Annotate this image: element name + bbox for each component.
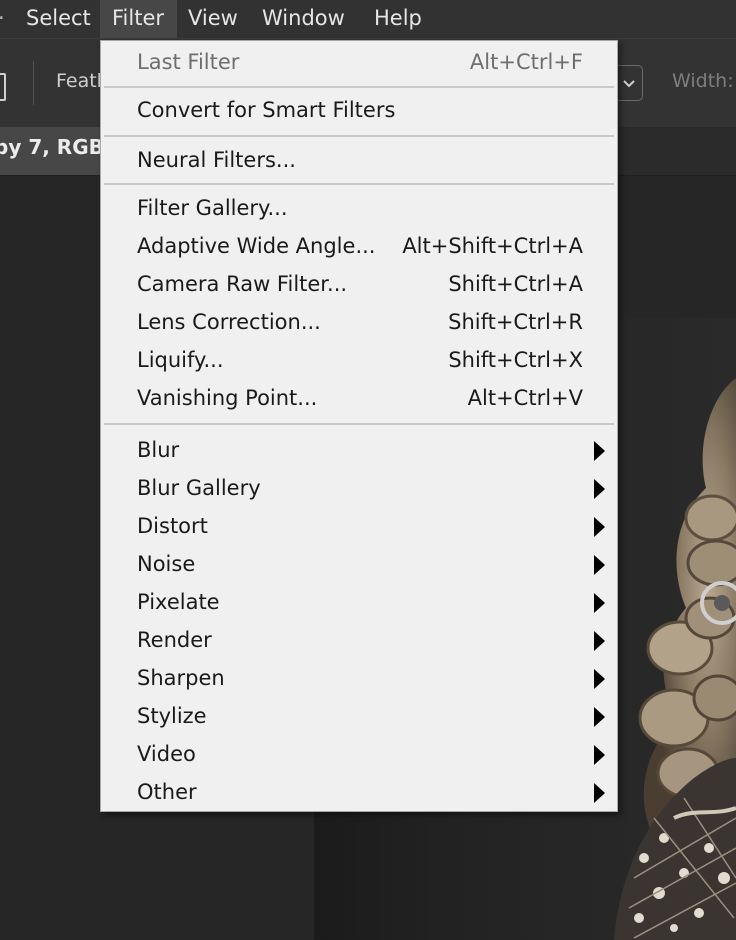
menu-item-label: Render xyxy=(137,628,212,652)
submenu-arrow-icon xyxy=(594,517,605,537)
menu-item-label: Blur xyxy=(137,438,180,462)
menu-item-video[interactable]: Video xyxy=(101,737,617,775)
menu-separator xyxy=(104,135,614,137)
menu-item-label: Stylize xyxy=(137,704,207,728)
submenu-arrow-icon xyxy=(594,593,605,613)
menu-item-liquify[interactable]: Liquify... Shift+Ctrl+X xyxy=(101,343,617,381)
document-tab[interactable]: py 7, RGB/ xyxy=(0,127,112,175)
menu-item-sharpen[interactable]: Sharpen xyxy=(101,661,617,699)
menu-item-label: Other xyxy=(137,780,197,804)
menu-separator xyxy=(104,423,614,425)
menu-item-shortcut: Alt+Ctrl+V xyxy=(467,386,583,410)
submenu-arrow-icon xyxy=(594,441,605,461)
menu-item-label: Camera Raw Filter... xyxy=(137,272,348,296)
menu-item-label: Sharpen xyxy=(137,666,225,690)
menu-separator xyxy=(104,86,614,88)
menu-window[interactable]: Window xyxy=(250,0,357,38)
menu-item-label: Noise xyxy=(137,552,196,576)
tool-mode-button[interactable] xyxy=(0,73,6,101)
document-tab-title: py 7, RGB/ xyxy=(0,135,112,159)
submenu-arrow-icon xyxy=(594,745,605,765)
menu-item-noise[interactable]: Noise xyxy=(101,547,617,585)
menu-item-blur[interactable]: Blur xyxy=(101,433,617,471)
menu-item-label: Liquify... xyxy=(137,348,224,372)
menu-item-neural-filters[interactable]: Neural Filters... xyxy=(101,143,617,181)
menu-item-convert-smart-filters[interactable]: Convert for Smart Filters xyxy=(101,93,617,131)
menu-item-blur-gallery[interactable]: Blur Gallery xyxy=(101,471,617,509)
menu-item-render[interactable]: Render xyxy=(101,623,617,661)
menu-item-label: Distort xyxy=(137,514,208,538)
style-select[interactable] xyxy=(615,65,643,101)
filter-menu-dropdown: Last Filter Alt+Ctrl+F Convert for Smart… xyxy=(100,40,618,812)
options-divider xyxy=(33,61,34,105)
chevron-down-icon xyxy=(623,80,635,88)
menu-item-label: Vanishing Point... xyxy=(137,386,318,410)
menubar: · Select Filter View Window Help xyxy=(0,0,736,39)
menu-item-camera-raw-filter[interactable]: Camera Raw Filter... Shift+Ctrl+A xyxy=(101,267,617,305)
width-label: Width: xyxy=(672,70,734,92)
menu-item-pixelate[interactable]: Pixelate xyxy=(101,585,617,623)
menu-item-adaptive-wide-angle[interactable]: Adaptive Wide Angle... Alt+Shift+Ctrl+A xyxy=(101,229,617,267)
menu-item-label: Neural Filters... xyxy=(137,148,296,172)
menu-item-filter-gallery[interactable]: Filter Gallery... xyxy=(101,191,617,229)
menu-item-distort[interactable]: Distort xyxy=(101,509,617,547)
submenu-arrow-icon xyxy=(594,555,605,575)
menu-item-shortcut: Shift+Ctrl+X xyxy=(448,348,583,372)
submenu-arrow-icon xyxy=(594,783,605,803)
menu-overflow-fragment: · xyxy=(0,0,5,36)
menu-view[interactable]: View xyxy=(176,0,250,38)
menu-item-shortcut: Alt+Ctrl+F xyxy=(469,50,583,74)
submenu-arrow-icon xyxy=(594,479,605,499)
submenu-arrow-icon xyxy=(594,631,605,651)
menu-help[interactable]: Help xyxy=(362,0,434,38)
menu-item-label: Video xyxy=(137,742,196,766)
menu-item-shortcut: Shift+Ctrl+R xyxy=(448,310,583,334)
menu-item-vanishing-point[interactable]: Vanishing Point... Alt+Ctrl+V xyxy=(101,381,617,419)
menu-item-last-filter[interactable]: Last Filter Alt+Ctrl+F xyxy=(101,45,617,83)
menu-item-stylize[interactable]: Stylize xyxy=(101,699,617,737)
submenu-arrow-icon xyxy=(594,707,605,727)
menu-item-label: Convert for Smart Filters xyxy=(137,98,396,122)
menu-item-shortcut: Alt+Shift+Ctrl+A xyxy=(402,234,583,258)
submenu-arrow-icon xyxy=(594,669,605,689)
menu-item-label: Adaptive Wide Angle... xyxy=(137,234,376,258)
menu-item-shortcut: Shift+Ctrl+A xyxy=(448,272,583,296)
menu-item-label: Last Filter xyxy=(137,50,240,74)
menu-separator xyxy=(104,183,614,185)
menu-item-lens-correction[interactable]: Lens Correction... Shift+Ctrl+R xyxy=(101,305,617,343)
menu-filter[interactable]: Filter xyxy=(100,0,177,38)
menu-item-label: Filter Gallery... xyxy=(137,196,288,220)
menu-item-label: Blur Gallery xyxy=(137,476,261,500)
menu-item-other[interactable]: Other xyxy=(101,775,617,813)
menu-item-label: Pixelate xyxy=(137,590,220,614)
menu-item-label: Lens Correction... xyxy=(137,310,321,334)
menu-select[interactable]: Select xyxy=(14,0,103,38)
